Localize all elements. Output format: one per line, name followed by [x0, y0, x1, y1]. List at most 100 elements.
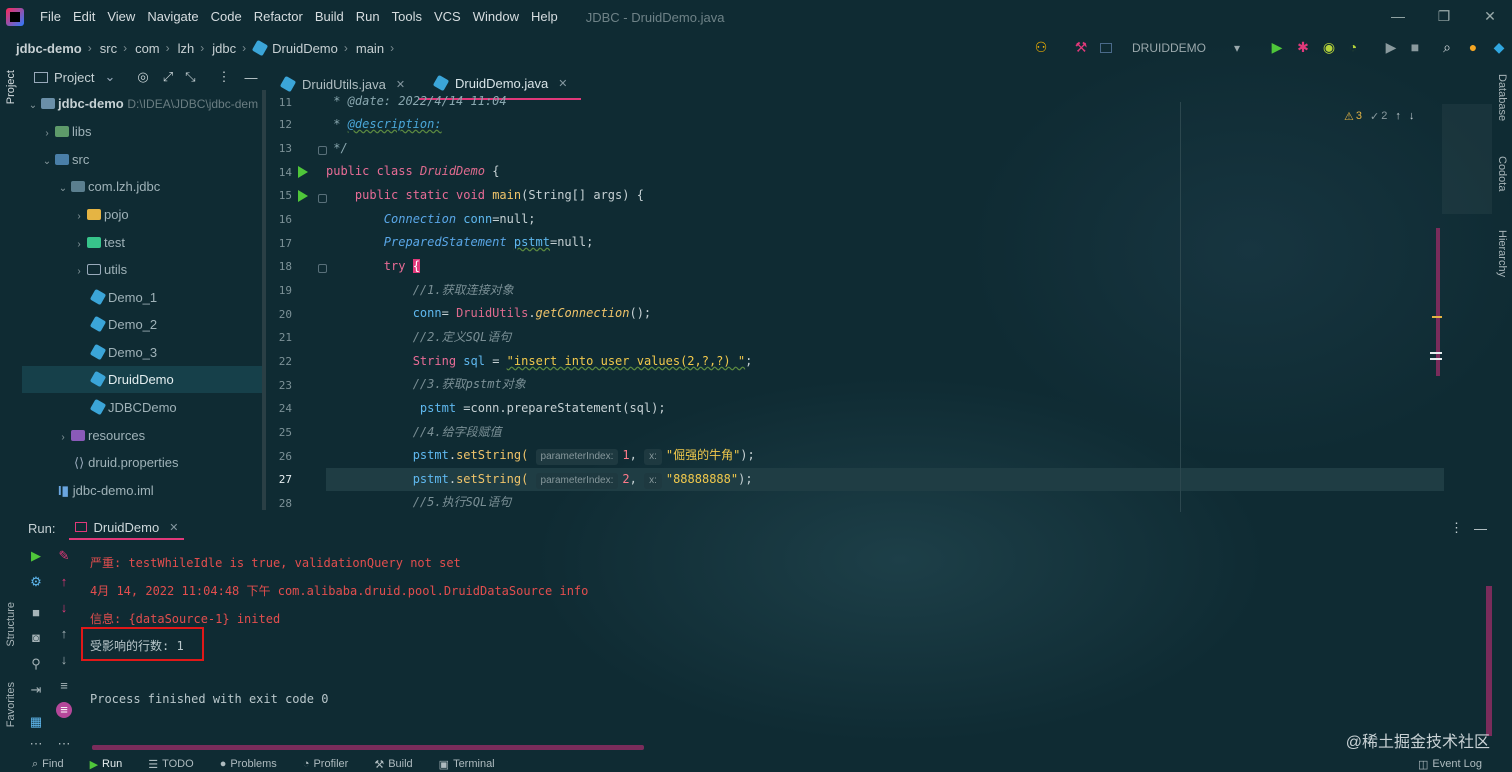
breadcrumb-jdbc[interactable]: jdbc	[212, 41, 236, 56]
tree-item-src[interactable]: ⌄ src	[22, 146, 266, 173]
breadcrumb-com[interactable]: com	[135, 41, 160, 56]
menu-vcs[interactable]: VCS	[428, 0, 467, 34]
status-find[interactable]: ⌕ Find	[32, 758, 64, 771]
status-profiler[interactable]: ◔ Profiler	[303, 758, 349, 770]
menu-view[interactable]: View	[101, 0, 141, 34]
collapse-icon[interactable]: ⤡	[185, 69, 195, 85]
options-icon[interactable]: ⋮	[1450, 520, 1463, 536]
tree-item-jdbcdemo[interactable]: JDBCDemo	[22, 394, 266, 421]
settings-icon[interactable]: ⚙	[28, 574, 44, 590]
plugin-icon[interactable]: ◆	[1492, 40, 1506, 54]
tree-item-iml[interactable]: I▮ jdbc-demo.iml	[22, 477, 266, 504]
tree-item-druiddemo[interactable]: DruidDemo	[22, 366, 266, 393]
console-output[interactable]: 严重: testWhileIdle is true, validationQue…	[90, 548, 1490, 728]
restore-icon[interactable]: ❐	[1434, 6, 1454, 26]
status-build[interactable]: ⚒ Build	[374, 758, 412, 771]
menu-refactor[interactable]: Refactor	[248, 0, 309, 34]
run-config-select[interactable]: DRUIDDEMO ▾	[1100, 36, 1260, 60]
clear-console-icon[interactable]: ≡	[56, 702, 72, 718]
tree-item-properties[interactable]: ⟨⟩ druid.properties	[22, 449, 266, 476]
side-tab-project[interactable]: Project	[5, 70, 17, 104]
tree-item-pojo[interactable]: › pojo	[22, 201, 266, 228]
debug-icon[interactable]: ✱	[1296, 40, 1310, 54]
tree-item-test[interactable]: › test	[22, 229, 266, 256]
tree-item-utils[interactable]: › utils	[22, 256, 266, 283]
stop-icon[interactable]: ■	[28, 605, 44, 621]
breadcrumb-src[interactable]: src	[100, 41, 117, 56]
options-icon[interactable]: ⋮	[218, 69, 231, 85]
side-tab-structure[interactable]: Structure	[5, 602, 17, 647]
menu-navigate[interactable]: Navigate	[141, 0, 204, 34]
project-panel-title[interactable]: Project	[54, 70, 94, 85]
pin-icon[interactable]: ⚲	[28, 656, 44, 672]
expand-icon[interactable]: ⤢	[163, 69, 173, 85]
status-problems[interactable]: ● Problems	[220, 758, 277, 770]
side-tab-database[interactable]: Database	[1496, 74, 1508, 121]
arrow-down-icon[interactable]: ↓	[1409, 110, 1415, 124]
tree-item-libs[interactable]: › libs	[22, 118, 266, 145]
status-todo[interactable]: ☰ TODO	[148, 758, 193, 771]
stop-icon[interactable]: ■	[1408, 40, 1422, 54]
tree-item-demo2[interactable]: Demo_2	[22, 311, 266, 338]
run-gutter-icon[interactable]	[298, 166, 308, 178]
breadcrumb-method[interactable]: main	[356, 41, 384, 56]
update-icon[interactable]: ●	[1466, 40, 1480, 54]
menu-window[interactable]: Window	[467, 0, 525, 34]
edit-config-icon[interactable]: ✎	[56, 548, 72, 564]
more-icon[interactable]: ⋯	[56, 736, 72, 752]
side-tab-hierarchy[interactable]: Hierarchy	[1496, 230, 1508, 277]
menu-tools[interactable]: Tools	[386, 0, 428, 34]
arrow-up-icon[interactable]: ↑	[1395, 110, 1401, 124]
breadcrumb-lzh[interactable]: lzh	[178, 41, 195, 56]
menu-build[interactable]: Build	[309, 0, 350, 34]
status-event-log[interactable]: ◫ Event Log	[1418, 758, 1482, 771]
coverage-icon[interactable]: ◉	[1322, 40, 1336, 54]
tree-item-package[interactable]: ⌄ com.lzh.jdbc	[22, 173, 266, 200]
hide-icon[interactable]: —	[245, 70, 258, 85]
down-icon[interactable]: ↓	[56, 652, 72, 668]
menu-edit[interactable]: Edit	[67, 0, 101, 34]
arrow-down-icon[interactable]: ↓	[56, 600, 72, 616]
console-horizontal-scrollbar[interactable]	[92, 745, 644, 750]
chevron-down-icon[interactable]: ⌄	[104, 69, 115, 85]
soft-wrap-icon[interactable]: ≡	[56, 678, 72, 694]
breadcrumb-class[interactable]: DruidDemo	[272, 41, 338, 56]
menu-run[interactable]: Run	[350, 0, 386, 34]
run-tab-druiddemo[interactable]: DruidDemo ✕	[69, 516, 185, 540]
more-icon[interactable]: ⋯	[28, 736, 44, 752]
status-terminal[interactable]: ▣ Terminal	[439, 758, 495, 771]
menu-help[interactable]: Help	[525, 0, 564, 34]
exit-icon[interactable]: ⇥	[28, 682, 44, 698]
code-minimap[interactable]	[1442, 104, 1492, 214]
resume-icon[interactable]: ▶	[1384, 40, 1398, 54]
menu-file[interactable]: File	[34, 0, 67, 34]
tree-item-demo1[interactable]: Demo_1	[22, 284, 266, 311]
close-icon[interactable]: ✕	[396, 78, 405, 91]
tree-item-resources[interactable]: › resources	[22, 422, 266, 449]
status-run[interactable]: ▶ Run	[90, 758, 123, 771]
tree-item-demo3[interactable]: Demo_3	[22, 339, 266, 366]
code-editor[interactable]: * @date: 2022/4/14 11:04 * @description:…	[326, 94, 1446, 512]
inspection-widget[interactable]: ⚠ 3 ✓ 2 ↑ ↓	[1344, 110, 1444, 124]
side-tab-favorites[interactable]: Favorites	[5, 682, 17, 727]
error-stripe-marker[interactable]	[1432, 316, 1442, 318]
close-icon[interactable]: ✕	[169, 521, 178, 534]
minimize-icon[interactable]: —	[1388, 6, 1408, 26]
menu-code[interactable]: Code	[205, 0, 248, 34]
camera-icon[interactable]: ◙	[28, 630, 44, 646]
close-icon[interactable]: ✕	[558, 77, 567, 90]
console-vertical-scrollbar[interactable]	[1486, 586, 1492, 736]
hammer-icon[interactable]: ⚒	[1074, 40, 1088, 54]
hide-icon[interactable]: —	[1474, 521, 1487, 536]
tree-item-root[interactable]: ⌄ jdbc-demo D:\IDEA\JDBC\jdbc-dem	[22, 90, 266, 117]
locate-icon[interactable]: ◎	[137, 69, 148, 85]
close-icon[interactable]: ✕	[1480, 6, 1500, 26]
run-gutter-icon[interactable]	[298, 190, 308, 202]
up-icon[interactable]: ↑	[56, 626, 72, 642]
side-tab-codota[interactable]: Codota	[1496, 156, 1508, 191]
layout-icon[interactable]: ▦	[28, 714, 44, 730]
arrow-up-icon[interactable]: ↑	[56, 574, 72, 590]
rerun-icon[interactable]: ▶	[28, 548, 44, 564]
profile-icon[interactable]: ◔	[1346, 40, 1360, 54]
search-icon[interactable]: ⌕	[1440, 40, 1454, 54]
